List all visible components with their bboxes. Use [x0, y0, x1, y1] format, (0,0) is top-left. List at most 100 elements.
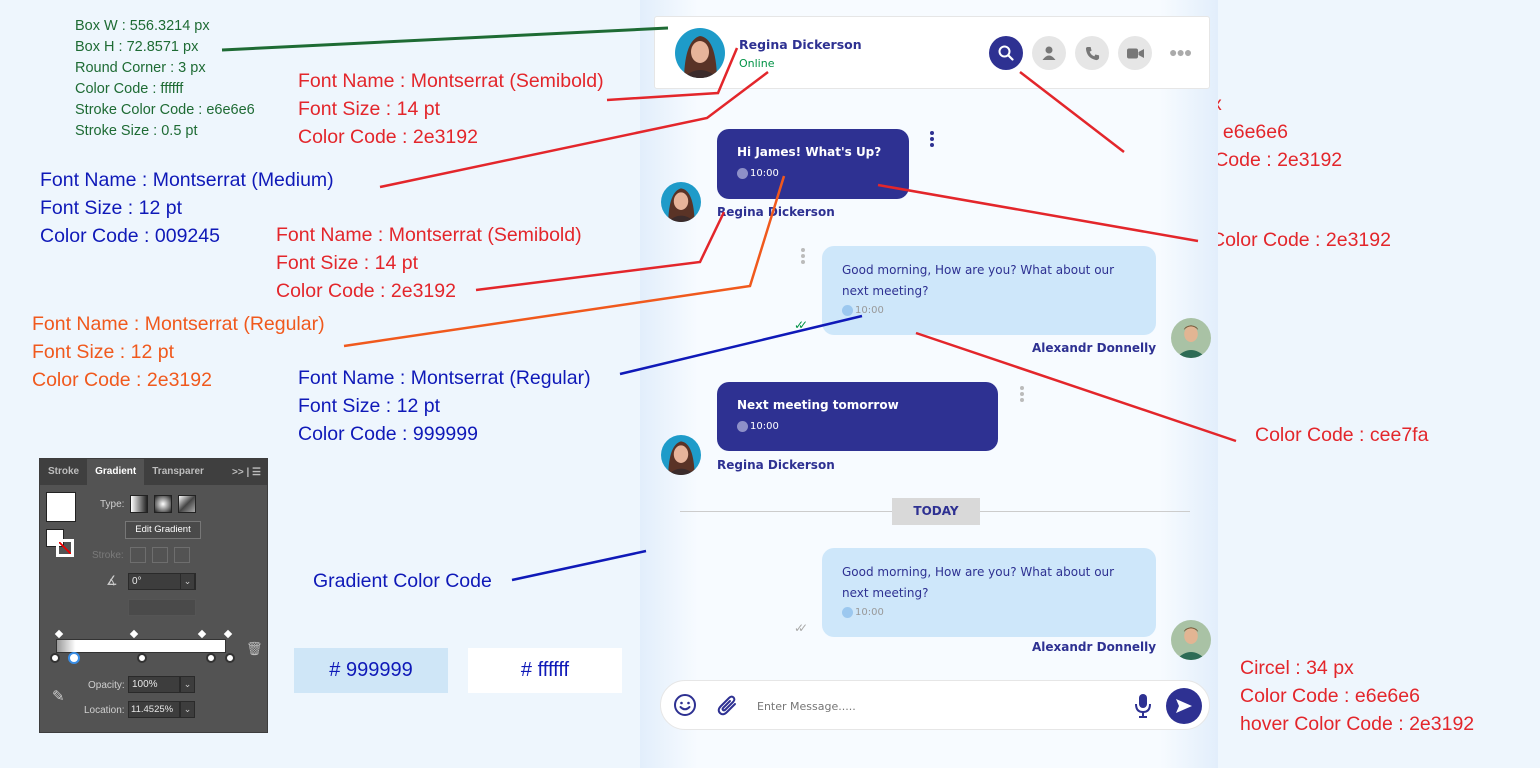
aspect-ratio-field[interactable]	[128, 599, 196, 616]
message-time: 10:00	[737, 421, 779, 432]
sender-name: Regina Dickerson	[717, 458, 835, 472]
clock-icon	[737, 168, 748, 179]
annotation-font: Font Name : Montserrat (Regular)	[298, 367, 591, 389]
annotation-size: Font Size : 14 pt	[276, 252, 418, 274]
stroke-along-button[interactable]	[152, 547, 168, 563]
message-bubble-incoming[interactable]: Hi James! What's Up? 10:00	[717, 129, 909, 199]
midpoint-diamond[interactable]	[197, 629, 207, 639]
mic-button[interactable]	[1133, 692, 1153, 725]
circle-annotation-bottom: Circel : 34 px Color Code : e6e6e6 hover…	[1240, 654, 1474, 738]
stroke-within-button[interactable]	[130, 547, 146, 563]
emoji-icon	[674, 694, 696, 716]
avatar[interactable]	[675, 28, 725, 78]
message-bubble-incoming[interactable]: Next meeting tomorrow 10:00	[717, 382, 998, 451]
gradient-stop[interactable]	[225, 653, 235, 663]
read-receipt-icon: ✓✓	[794, 621, 808, 635]
freeform-gradient-button[interactable]	[178, 495, 196, 513]
avatar-image	[1171, 318, 1211, 358]
message-input[interactable]	[757, 695, 1117, 717]
search-button[interactable]	[989, 36, 1023, 70]
video-call-button[interactable]	[1118, 36, 1152, 70]
eyedropper-icon[interactable]: ✎	[52, 687, 65, 705]
chat-panel: Regina Dickerson Online ●●● Hi James! Wh…	[640, 0, 1218, 768]
clock-icon	[842, 305, 853, 316]
message-options-icon[interactable]	[1020, 386, 1024, 402]
time-label: 10:00	[855, 607, 884, 618]
radial-gradient-button[interactable]	[154, 495, 172, 513]
gradient-stop[interactable]	[206, 653, 216, 663]
avatar-image	[1171, 620, 1211, 660]
edit-gradient-button[interactable]: Edit Gradient	[125, 521, 201, 539]
attach-button[interactable]	[715, 693, 739, 722]
message-options-icon[interactable]	[801, 248, 805, 264]
gradient-stop[interactable]	[50, 653, 60, 663]
message-options-icon[interactable]	[930, 131, 934, 147]
avatar-image	[675, 28, 725, 78]
chevron-down-icon[interactable]: ⌄	[180, 573, 195, 590]
swatch-white: # ffffff	[468, 648, 622, 693]
trash-icon[interactable]: 🗑	[246, 641, 263, 657]
midpoint-diamond[interactable]	[223, 629, 233, 639]
contact-status: Online	[739, 57, 775, 70]
clock-icon	[737, 421, 748, 432]
message-time: 10:00	[842, 607, 884, 618]
chevron-down-icon[interactable]: ⌄	[180, 701, 195, 718]
call-button[interactable]	[1075, 36, 1109, 70]
bubble-out-annotation: Color Code : cee7fa	[1255, 424, 1429, 446]
more-icon[interactable]: ●●●	[1169, 44, 1192, 60]
chevron-down-icon[interactable]: ⌄	[180, 676, 195, 693]
sender-name: Alexandr Donnelly	[1032, 341, 1157, 355]
tab-transparency[interactable]: Transparer	[144, 459, 212, 485]
paperclip-icon	[717, 695, 736, 716]
midpoint-diamond[interactable]	[54, 629, 64, 639]
location-field[interactable]: 11.4525%	[128, 701, 180, 718]
profile-button[interactable]	[1032, 36, 1066, 70]
opacity-label: Opacity:	[88, 680, 125, 691]
send-icon	[1176, 699, 1192, 713]
annotation-size: Font Size : 12 pt	[298, 395, 440, 417]
date-divider: TODAY	[892, 498, 980, 525]
tab-stroke[interactable]: Stroke	[40, 459, 87, 485]
mic-icon	[1135, 694, 1151, 718]
avatar[interactable]	[1171, 620, 1211, 660]
linear-gradient-button[interactable]	[130, 495, 148, 513]
gradient-panel: Stroke Gradient Transparer >> | ☰ Type: …	[39, 458, 268, 733]
gradient-stop[interactable]	[137, 653, 147, 663]
message-bubble-outgoing[interactable]: Good morning, How are you? What about ou…	[822, 548, 1156, 637]
gradient-slider[interactable]	[56, 639, 226, 653]
avatar-image	[661, 182, 701, 222]
panel-menu-icon[interactable]: >> | ☰	[232, 467, 267, 478]
contact-name: Regina Dickerson	[739, 37, 862, 52]
message-time: 10:00	[842, 305, 884, 316]
leader-line	[221, 26, 669, 52]
send-button[interactable]	[1166, 688, 1202, 724]
gradient-annotation: Gradient Color Code	[313, 570, 492, 592]
stroke-swatch[interactable]	[56, 539, 74, 557]
avatar[interactable]	[661, 435, 701, 475]
avatar-image	[661, 435, 701, 475]
fill-stroke-toggle[interactable]	[46, 529, 76, 559]
time-label: 10:00	[750, 421, 779, 432]
type-label: Type:	[100, 499, 125, 510]
midpoint-diamond[interactable]	[129, 629, 139, 639]
annotation-color: Color Code : 2e3192	[298, 126, 478, 148]
emoji-button[interactable]	[673, 693, 697, 722]
stroke-across-button[interactable]	[174, 547, 190, 563]
annotation-color: Color Code : 999999	[298, 423, 478, 445]
annotation-color: Color Code : 2e3192	[32, 369, 212, 391]
spec-line: Stroke Color Code : e6e6e6	[75, 102, 255, 118]
annotation-font: Font Name : Montserrat (Medium)	[40, 169, 334, 191]
avatar[interactable]	[1171, 318, 1211, 358]
tab-gradient[interactable]: Gradient	[87, 459, 145, 485]
search-icon	[998, 45, 1014, 61]
sender-name: Alexandr Donnelly	[1032, 640, 1157, 654]
gradient-swatch[interactable]	[46, 492, 76, 522]
gradient-stop-selected[interactable]	[68, 652, 80, 664]
swatch-gray: # 999999	[294, 648, 448, 693]
annotation-size: Circel : 34 px	[1240, 657, 1354, 679]
opacity-field[interactable]: 100%	[128, 676, 180, 693]
user-icon	[1042, 46, 1056, 60]
message-bubble-outgoing[interactable]: Good morning, How are you? What about ou…	[822, 246, 1156, 335]
avatar[interactable]	[661, 182, 701, 222]
spec-line: Box H : 72.8571 px	[75, 39, 199, 55]
